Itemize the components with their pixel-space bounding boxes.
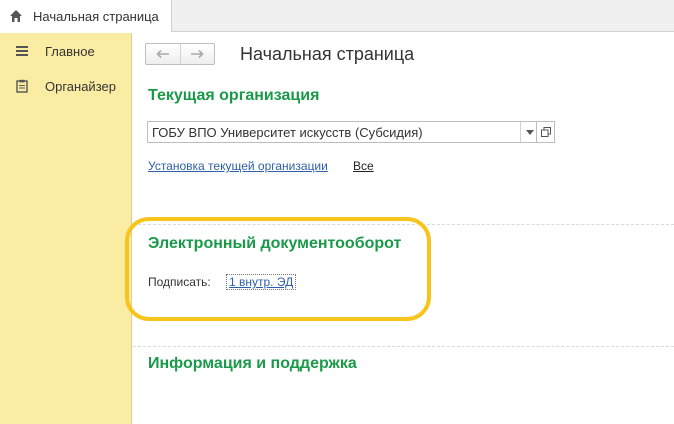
sidebar: Главное Органайзер bbox=[0, 33, 132, 424]
organization-value: ГОБУ ВПО Университет искусств (Субсидия) bbox=[152, 124, 423, 140]
tab-home[interactable]: Начальная страница bbox=[0, 0, 172, 32]
highlight-frame bbox=[125, 217, 431, 321]
organization-field[interactable]: ГОБУ ВПО Университет искусств (Субсидия) bbox=[147, 121, 539, 143]
menu-lines-icon bbox=[16, 46, 28, 56]
info-section-title: Информация и поддержка bbox=[148, 355, 357, 372]
section-divider bbox=[133, 346, 674, 347]
tab-label: Начальная страница bbox=[33, 8, 159, 24]
sidebar-item-label: Главное bbox=[45, 43, 95, 59]
sidebar-item-label: Органайзер bbox=[45, 78, 116, 94]
page-title: Начальная страница bbox=[240, 44, 415, 64]
open-organization-button[interactable] bbox=[536, 121, 555, 143]
arrow-left-icon bbox=[156, 49, 169, 59]
setup-organization-link[interactable]: Установка текущей организации bbox=[148, 159, 328, 173]
back-button[interactable] bbox=[146, 44, 180, 64]
nav-buttons bbox=[145, 43, 215, 65]
org-section-title: Текущая организация bbox=[148, 87, 320, 104]
forward-button[interactable] bbox=[179, 44, 215, 64]
chevron-down-icon bbox=[525, 129, 534, 135]
sidebar-item-main[interactable]: Главное bbox=[0, 39, 132, 63]
home-icon bbox=[10, 10, 22, 22]
tab-bar: Начальная страница bbox=[0, 0, 674, 32]
all-organizations-link[interactable]: Все bbox=[353, 159, 374, 173]
clipboard-icon bbox=[16, 79, 28, 93]
open-window-icon bbox=[540, 127, 551, 137]
arrow-right-icon bbox=[191, 49, 204, 59]
sidebar-item-organizer[interactable]: Органайзер bbox=[0, 74, 132, 98]
